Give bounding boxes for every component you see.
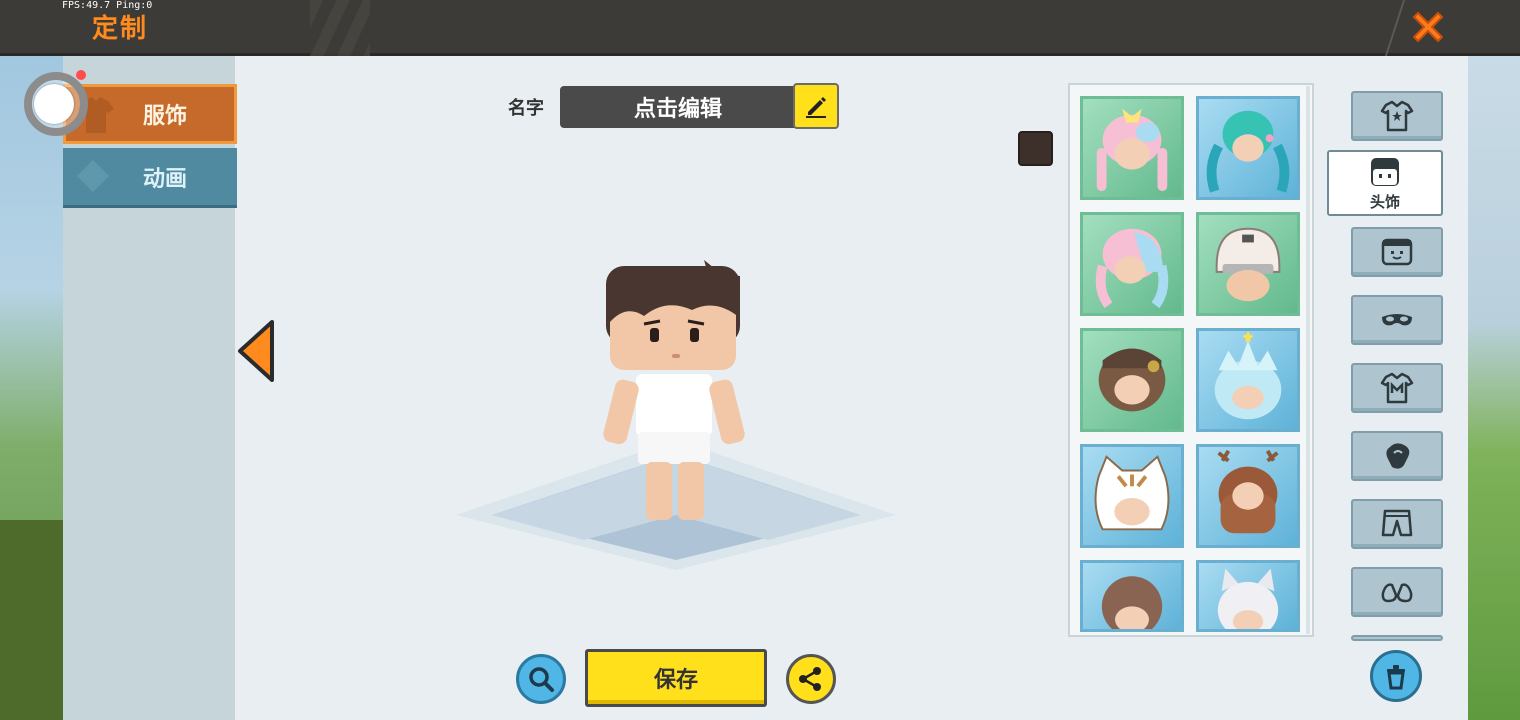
category-headwear[interactable]: 头饰 [1327,150,1443,216]
character-avatar [603,260,745,520]
item-teal-twin-tails-hair[interactable] [1196,96,1300,200]
mask-icon [1382,314,1412,326]
close-x-icon [1412,11,1444,43]
share-button[interactable] [786,654,836,704]
category-shoes[interactable] [1351,567,1443,617]
background-block [0,520,64,720]
notification-dot [76,70,86,80]
edit-name-button[interactable] [793,83,839,129]
topbar-divider [1370,0,1406,56]
cat-hood-hat-icon [1094,455,1170,531]
white-cat-ear-hair-icon [1217,568,1279,629]
tab-animation[interactable]: 动画 [63,148,237,208]
category-top[interactable] [1351,363,1443,413]
category-gloves[interactable] [1351,431,1443,481]
category-face[interactable] [1351,227,1443,277]
category-full-outfit[interactable] [1351,91,1443,141]
face-icon [1381,238,1413,266]
save-button[interactable]: 保存 [585,649,767,707]
hair-color-swatch[interactable] [1018,131,1053,166]
category-eyewear[interactable] [1351,295,1443,345]
grid-scrollbar[interactable] [1306,86,1310,634]
head-icon [1371,157,1399,186]
outfit-icon [1380,100,1414,132]
trash-icon [1387,665,1405,690]
antler-long-hair-icon [1217,449,1279,534]
tab-clothing[interactable]: 服饰 [63,84,237,144]
item-antler-long-hair[interactable] [1196,444,1300,548]
item-pink-twin-braids-hair[interactable] [1080,96,1184,200]
name-input[interactable]: 点击编辑 [560,86,796,128]
glove-icon [1386,443,1410,469]
background-scenery-right [1468,56,1520,720]
category-more[interactable] [1351,635,1443,641]
tab-animation-label: 动画 [142,166,187,192]
item-white-cat-ear-hair[interactable] [1196,560,1300,632]
category-pants[interactable] [1351,499,1443,549]
teal-twin-tails-hair-icon [1206,110,1290,193]
item-ice-crown-hair[interactable] [1196,328,1300,432]
item-brown-bob-hair[interactable] [1080,560,1184,632]
hockey-helmet-icon [1215,227,1281,302]
pastel-pink-blue-hair-icon [1095,228,1169,309]
ice-crown-hair-icon [1214,331,1282,420]
pencil-icon [806,97,826,118]
item-cat-hood-hat[interactable] [1080,444,1184,548]
share-icon [799,667,821,691]
shirt-icon [1380,372,1414,404]
page-title: 定制 [92,14,149,44]
shoes-icon [1381,583,1413,603]
arrow-left-icon[interactable] [236,320,276,382]
pants-icon [1381,509,1413,537]
brown-bob-hair-icon [1101,576,1163,629]
category-headwear-label: 头饰 [1369,192,1400,211]
brown-cap-curly-hair-icon [1098,348,1166,412]
close-button[interactable] [1404,4,1452,50]
magnifier-icon [529,667,554,692]
pink-twin-braids-hair-icon [1096,108,1168,192]
topbar-decoration [310,0,370,56]
tab-clothing-label: 服饰 [142,104,187,129]
name-label: 名字 [508,98,544,119]
item-hockey-helmet[interactable] [1196,212,1300,316]
animation-ghost-icon [77,160,109,192]
delete-button[interactable] [1370,650,1422,702]
joystick-knob[interactable] [34,84,74,124]
item-pastel-pink-blue-hair[interactable] [1080,212,1184,316]
zoom-button[interactable] [516,654,566,704]
item-brown-cap-curly-hair[interactable] [1080,328,1184,432]
top-bar: FPS:49.7 Ping:0 定制 [0,0,1520,56]
